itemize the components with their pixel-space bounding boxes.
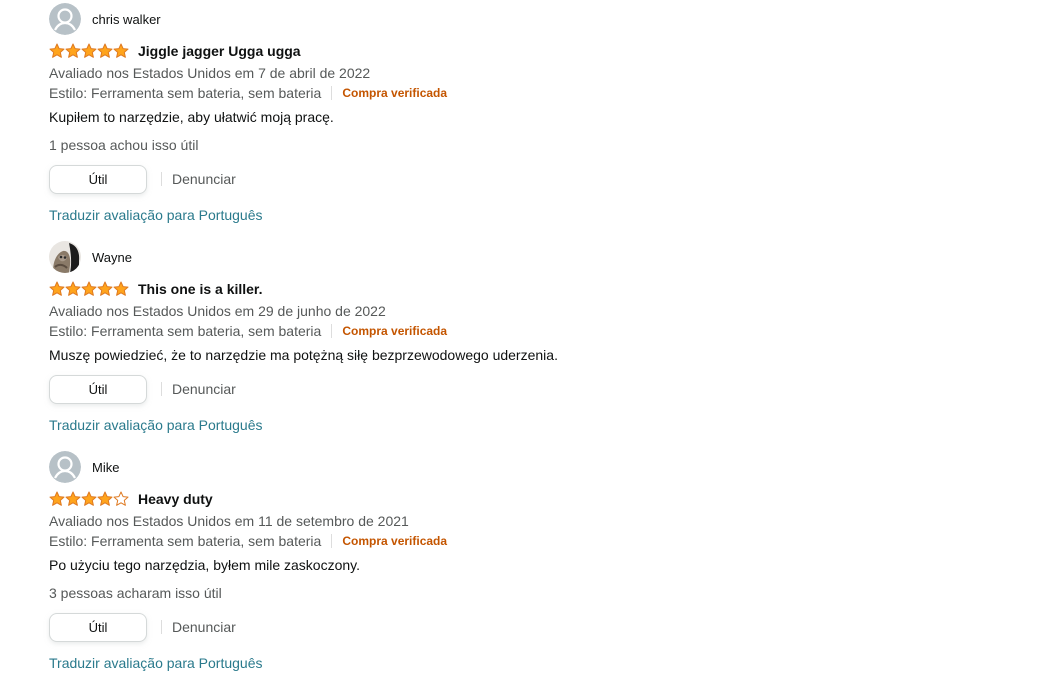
review-date: Avaliado nos Estados Unidos em 7 de abri…	[49, 65, 371, 81]
reviewer-name: Wayne	[92, 249, 132, 265]
divider	[161, 172, 162, 186]
star-filled-icon	[81, 281, 97, 296]
translate-review-link[interactable]: Traduzir avaliação para Português	[49, 205, 749, 225]
review-body: Po użyciu tego narzędzia, byłem mile zas…	[49, 557, 360, 573]
review-title[interactable]: Jiggle jagger Ugga ugga	[138, 43, 301, 59]
review-style[interactable]: Estilo: Ferramenta sem bateria, sem bate…	[49, 85, 321, 101]
review-title[interactable]: This one is a killer.	[138, 281, 263, 297]
divider	[331, 534, 333, 548]
star-filled-icon	[81, 491, 97, 506]
star-filled-icon	[113, 43, 129, 58]
translate-review-link[interactable]: Traduzir avaliação para Português	[49, 415, 749, 435]
verified-purchase-badge: Compra verificada	[342, 534, 448, 548]
review-title[interactable]: Heavy duty	[138, 491, 213, 507]
default-avatar-icon	[49, 451, 81, 483]
star-empty-icon	[113, 491, 129, 506]
star-filled-icon	[65, 281, 81, 296]
review-body: Muszę powiedzieć, że to narzędzie ma pot…	[49, 347, 558, 363]
review-card: Wayne This one is a killer. Avaliado nos…	[49, 241, 749, 435]
star-filled-icon	[113, 281, 129, 296]
star-filled-icon	[81, 43, 97, 58]
star-filled-icon	[49, 491, 65, 506]
verified-purchase-badge: Compra verificada	[342, 324, 448, 338]
helpful-button[interactable]: Útil	[49, 612, 147, 642]
report-link[interactable]: Denunciar	[172, 619, 236, 635]
helpful-button[interactable]: Útil	[49, 164, 147, 194]
reviewer-profile[interactable]: Wayne	[49, 241, 749, 273]
star-rating[interactable]	[49, 43, 129, 59]
star-filled-icon	[97, 281, 113, 296]
star-filled-icon	[97, 491, 113, 506]
helpful-button[interactable]: Útil	[49, 374, 147, 404]
review-body: Kupiłem to narzędzie, aby ułatwić moją p…	[49, 109, 334, 125]
reviewer-profile[interactable]: chris walker	[49, 3, 749, 35]
star-rating[interactable]	[49, 281, 129, 297]
review-card: Mike Heavy duty Avaliado nos Estados Uni…	[49, 451, 749, 673]
star-rating[interactable]	[49, 491, 129, 507]
reviewer-name: chris walker	[92, 11, 161, 27]
review-date: Avaliado nos Estados Unidos em 29 de jun…	[49, 303, 386, 319]
divider	[161, 620, 162, 634]
review-style[interactable]: Estilo: Ferramenta sem bateria, sem bate…	[49, 323, 321, 339]
report-link[interactable]: Denunciar	[172, 171, 236, 187]
divider	[331, 86, 333, 100]
helpful-count: 1 pessoa achou isso útil	[49, 137, 199, 153]
reviewer-name: Mike	[92, 459, 120, 475]
helpful-count: 3 pessoas acharam isso útil	[49, 585, 222, 601]
star-filled-icon	[49, 281, 65, 296]
report-link[interactable]: Denunciar	[172, 381, 236, 397]
review-card: chris walker Jiggle jagger Ugga ugga Ava…	[49, 3, 749, 225]
star-filled-icon	[97, 43, 113, 58]
star-filled-icon	[65, 43, 81, 58]
default-avatar-icon	[49, 3, 81, 35]
star-filled-icon	[49, 43, 65, 58]
divider	[161, 382, 162, 396]
photo-avatar	[49, 241, 81, 273]
reviewer-profile[interactable]: Mike	[49, 451, 749, 483]
review-style[interactable]: Estilo: Ferramenta sem bateria, sem bate…	[49, 533, 321, 549]
star-filled-icon	[65, 491, 81, 506]
review-date: Avaliado nos Estados Unidos em 11 de set…	[49, 513, 409, 529]
verified-purchase-badge: Compra verificada	[342, 86, 448, 100]
translate-review-link[interactable]: Traduzir avaliação para Português	[49, 653, 749, 673]
divider	[331, 324, 333, 338]
